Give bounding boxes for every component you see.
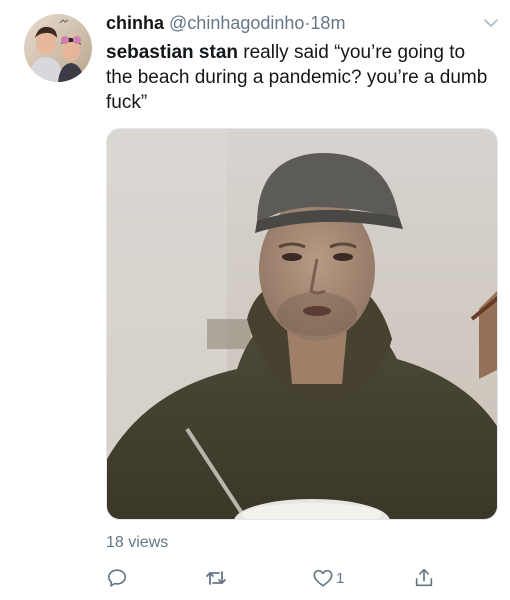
like-count: 1 — [336, 569, 345, 587]
tweet-header: chinha @chinhagodinho·18m — [106, 11, 345, 35]
author-handle[interactable]: @chinhagodinho — [169, 13, 304, 33]
chevron-down-icon[interactable] — [482, 14, 500, 32]
view-count: 18 views — [106, 534, 169, 551]
reply-icon — [106, 567, 128, 589]
retweet-button[interactable] — [204, 566, 228, 590]
author-display-name[interactable]: chinha — [106, 13, 164, 33]
retweet-icon — [204, 567, 228, 589]
tweet-timestamp[interactable]: 18m — [310, 13, 345, 33]
like-button[interactable]: 1 — [312, 566, 344, 590]
tweet-text: sebastian stan really said “you’re going… — [106, 40, 496, 115]
share-button[interactable] — [413, 566, 435, 590]
heart-icon — [312, 567, 334, 589]
video-thumbnail[interactable] — [106, 128, 498, 520]
share-icon — [413, 567, 435, 589]
reply-button[interactable] — [106, 566, 128, 590]
avatar[interactable] — [24, 14, 92, 82]
tweet-card[interactable]: chinha @chinhagodinho·18m sebastian stan… — [0, 0, 510, 600]
tweet-text-subject: sebastian stan — [106, 42, 238, 63]
